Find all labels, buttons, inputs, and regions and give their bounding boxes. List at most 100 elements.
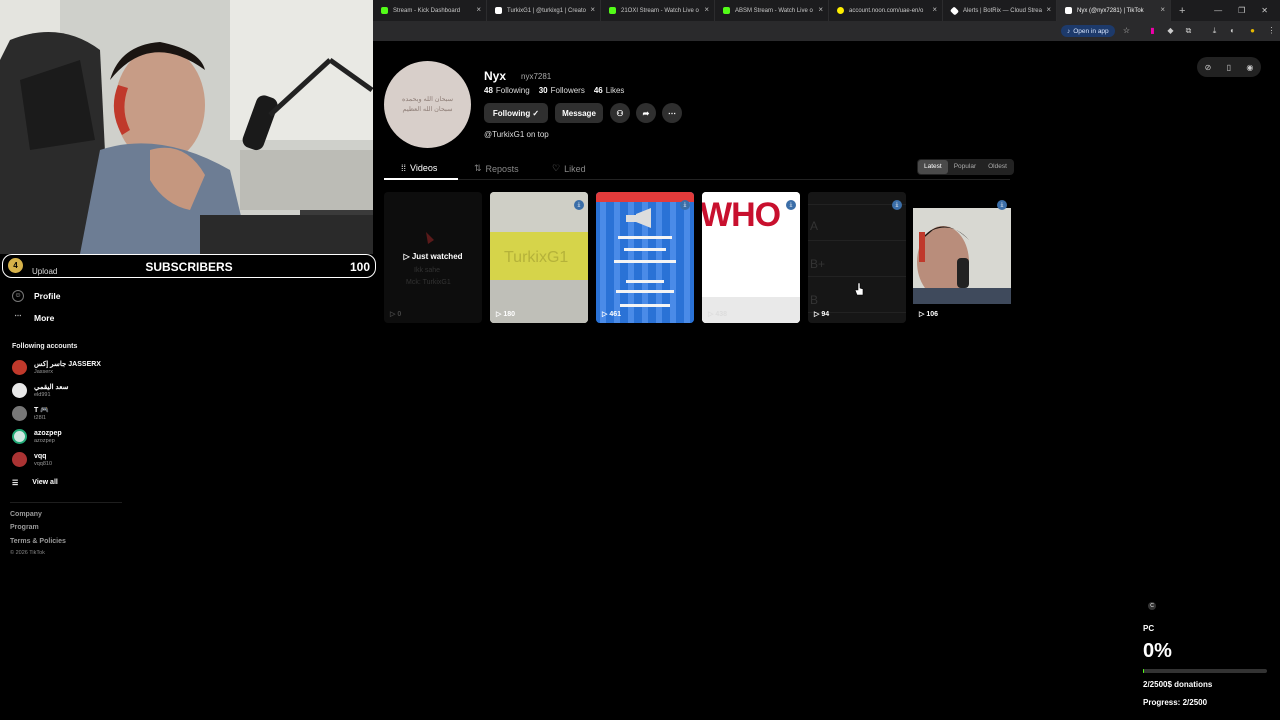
tab-reposts[interactable]: ⇅ Reposts	[474, 163, 519, 174]
view-count: ▷ 94	[814, 311, 830, 318]
browser-tab-active[interactable]: Nyx (@nyx7281) | TikTok ×	[1057, 0, 1171, 21]
close-window-icon[interactable]: ✕	[1261, 6, 1268, 15]
open-in-app-button[interactable]: ♪ Open in app	[1061, 25, 1115, 37]
avatar	[12, 452, 27, 467]
user-avatar-icon[interactable]: ◉	[1246, 63, 1253, 72]
more-options-icon[interactable]: ⋯	[662, 103, 682, 123]
active-tab-indicator	[384, 178, 458, 180]
video-card[interactable]: A B+ B ⤓ ▷ 94	[808, 192, 906, 323]
profile-icon[interactable]: ◐	[1227, 25, 1238, 36]
browser-tab[interactable]: account.noon.com/uae-en/o ×	[829, 0, 943, 21]
menu-icon[interactable]: ⋮	[1266, 25, 1277, 36]
close-icon[interactable]: ×	[704, 5, 709, 14]
following-account[interactable]: جاسر إكس JASSERX Jasserx	[12, 360, 101, 375]
liked-icon: ♡	[552, 163, 561, 173]
profile-name: Nyx	[484, 69, 507, 83]
close-icon[interactable]: ×	[818, 5, 823, 14]
browser-tab[interactable]: 21OXI Stream - Watch Live o ×	[601, 0, 715, 21]
video-card[interactable]: TurkixG1 ⤓ ▷ 180	[490, 192, 588, 323]
download-icon[interactable]: ⤓	[574, 200, 584, 210]
tab-label: Liked	[564, 163, 586, 174]
sidebar-item-profile[interactable]: ☺ Profile	[12, 290, 60, 302]
following-button[interactable]: Following ✓	[484, 103, 548, 123]
view-count: ▷ 106	[919, 311, 939, 318]
add-friend-icon[interactable]: ⚇	[610, 103, 630, 123]
close-icon[interactable]: ×	[1160, 5, 1165, 14]
more-icon: ⋯	[14, 313, 22, 320]
copyright: © 2026 TikTok	[10, 550, 45, 556]
sidebar-item-more[interactable]: ⋯ More	[12, 312, 55, 324]
subscribers-goal-bar: 4 SUBSCRIBERS 100	[2, 254, 376, 278]
minimize-icon[interactable]: —	[1214, 6, 1222, 15]
video-thumbnail: A B+ B	[808, 192, 906, 323]
share-icon[interactable]: ➦	[636, 103, 656, 123]
footer-link-terms[interactable]: Terms & Policies	[10, 538, 66, 545]
download-icon[interactable]: ⤓	[997, 200, 1007, 210]
tiktok-favicon-icon	[495, 7, 502, 14]
followers-stat[interactable]: 30 Followers	[539, 86, 585, 95]
video-card[interactable]: ⤓ ▷ 461	[596, 192, 694, 323]
sort-latest[interactable]: Latest	[918, 160, 948, 174]
webcam-feed	[0, 0, 373, 254]
video-card[interactable]: ⤓ ▷ 106	[913, 192, 1011, 323]
puzzle-icon[interactable]: ⧉	[1183, 25, 1194, 36]
close-icon[interactable]: ×	[1046, 5, 1051, 14]
view-all-link[interactable]: ☰ View all	[12, 479, 58, 487]
device-icon[interactable]: ▯	[1227, 63, 1231, 72]
download-icon[interactable]: ⤓	[786, 200, 796, 210]
message-button[interactable]: Message	[555, 103, 603, 123]
following-account[interactable]: سعد اليقمي eld991	[12, 383, 68, 398]
subscribers-count: 100	[349, 260, 370, 274]
download-icon[interactable]: ⤓	[892, 200, 902, 210]
avatar	[12, 360, 27, 375]
account-name: جاسر إكس JASSERX	[34, 360, 101, 368]
following-account[interactable]: vqq vqq810	[12, 452, 52, 467]
just-watched-label: ▷ Just watched	[403, 252, 463, 261]
browser-tab[interactable]: Stream - Kick Dashboard ×	[373, 0, 487, 21]
browser-tab[interactable]: TurkixG1 | @turkixg1 | Creato ×	[487, 0, 601, 21]
following-stat[interactable]: 48 Following	[484, 86, 530, 95]
sidebar-item-label: Profile	[34, 291, 61, 301]
following-account[interactable]: T 🎮 t28l1	[12, 406, 49, 421]
close-icon[interactable]: ×	[932, 5, 937, 14]
extension-icon[interactable]: ▮	[1147, 25, 1158, 36]
window-controls: — ❐ ✕	[1214, 0, 1280, 21]
download-icon[interactable]: ⤓	[680, 200, 690, 210]
svg-text:B+: B+	[810, 257, 825, 271]
video-thumbnail: TurkixG1	[490, 192, 588, 323]
close-icon[interactable]: ×	[476, 5, 481, 14]
tab-liked[interactable]: ♡ Liked	[552, 163, 586, 174]
profile-avatar: سبحان الله وبحمده سبحان الله العظيم	[384, 61, 471, 148]
kick-favicon-icon	[381, 7, 388, 14]
donation-goal-label: PC	[1143, 624, 1155, 633]
video-card[interactable]: Ikk sahe Mck: TurkixG1 ▷ Just watched ▷ 0	[384, 192, 482, 323]
browser-tab[interactable]: ABSM Stream - Watch Live o ×	[715, 0, 829, 21]
tab-title: Alerts | BotRix — Cloud Strea	[963, 7, 1042, 14]
restore-icon[interactable]: ❐	[1238, 6, 1245, 15]
sidebar-item-upload[interactable]: Upload	[32, 267, 57, 276]
user-avatar-icon[interactable]: ●	[1247, 25, 1258, 36]
video-card[interactable]: WHO ⤓ ▷ 438	[702, 192, 800, 323]
footer-link-program[interactable]: Program	[10, 524, 39, 531]
view-all-label: View all	[32, 479, 58, 486]
donation-count: 2/2500$ donations	[1143, 680, 1213, 689]
star-icon[interactable]: ☆	[1121, 25, 1132, 36]
tiktok-favicon-icon	[1065, 7, 1072, 14]
sort-popular[interactable]: Popular	[948, 160, 982, 174]
close-icon[interactable]: ×	[590, 5, 595, 14]
following-account[interactable]: azozpep azozpep	[12, 429, 62, 444]
tab-videos[interactable]: ⁞⁞ Videos	[401, 163, 437, 173]
video-thumbnail	[596, 192, 694, 323]
new-tab-icon[interactable]: +	[1179, 5, 1185, 17]
footer-link-company[interactable]: Company	[10, 511, 42, 518]
avatar	[12, 429, 27, 444]
compass-icon[interactable]: ⊘	[1205, 63, 1212, 72]
svg-text:TurkixG1: TurkixG1	[504, 249, 568, 266]
browser-tab[interactable]: Alerts | BotRix — Cloud Strea ×	[943, 0, 1057, 21]
svg-text:Mck: TurkixG1: Mck: TurkixG1	[406, 279, 451, 286]
extension-icon[interactable]: ◆	[1165, 25, 1176, 36]
sort-oldest[interactable]: Oldest	[982, 160, 1013, 174]
donation-icon: C	[1148, 602, 1156, 610]
download-icon[interactable]: ⤓	[1209, 25, 1220, 36]
view-count: ▷ 180	[496, 311, 516, 318]
